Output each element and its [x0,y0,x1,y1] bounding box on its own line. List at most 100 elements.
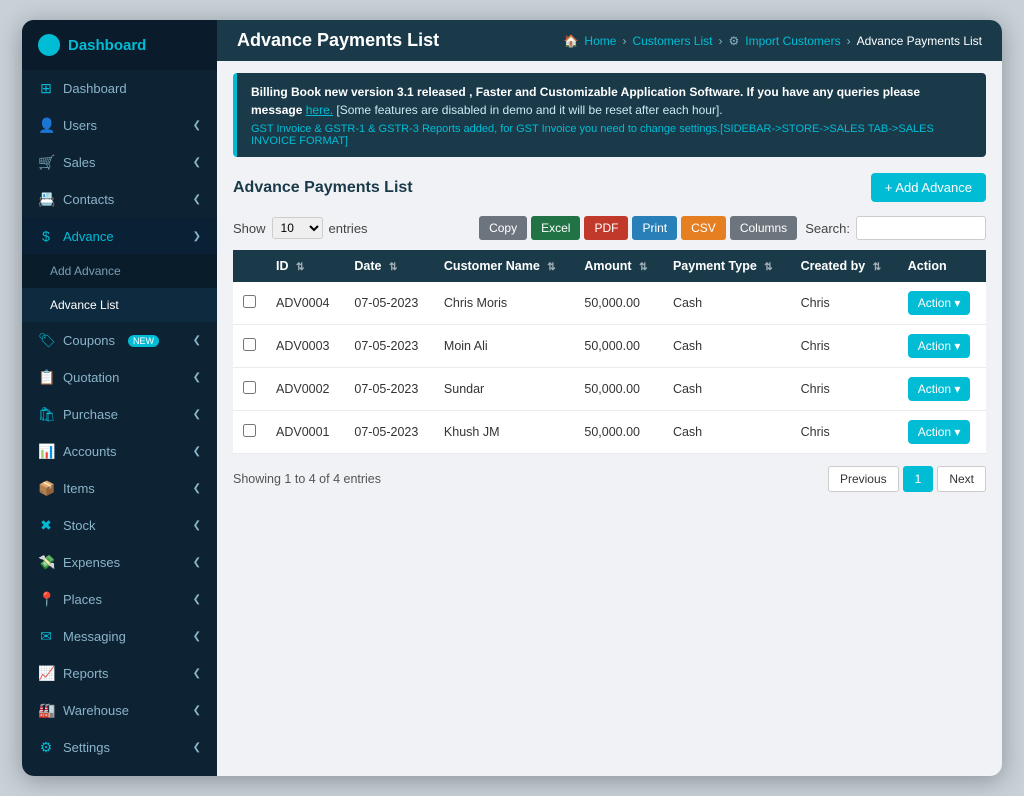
sidebar: Dashboard ⊞ Dashboard 👤 Users ❮ 🛒 Sales … [22,20,217,776]
th-created-by[interactable]: Created by ⇅ [791,250,898,282]
copy-button[interactable]: Copy [479,216,527,240]
sidebar-item-places[interactable]: 📍 Places ❮ [22,581,217,618]
breadcrumb-sep: › [622,34,626,48]
search-label: Search: [805,221,850,236]
breadcrumb-customers-list[interactable]: Customers List [632,34,712,48]
row-checkbox[interactable] [233,411,266,454]
table-controls: Show 102550100 entries Copy Excel PDF Pr… [233,216,986,240]
alert-text: Billing Book new version 3.1 released , … [251,83,972,119]
search-input[interactable] [856,216,986,240]
sidebar-label-places: Places [63,592,102,607]
sidebar-item-expenses[interactable]: 💸 Expenses ❮ [22,544,217,581]
alert-link[interactable]: here. [306,103,333,117]
pagination-row: Showing 1 to 4 of 4 entries Previous 1 N… [233,466,986,492]
sidebar-item-quotation[interactable]: 📋 Quotation ❮ [22,359,217,396]
prev-button[interactable]: Previous [828,466,899,492]
breadcrumb-home[interactable]: Home [584,34,616,48]
sidebar-label-coupons: Coupons [63,333,115,348]
breadcrumb-sep: › [847,34,851,48]
sidebar-item-users[interactable]: 👤 Users ❮ [22,107,217,144]
sidebar-label-stock: Stock [63,518,96,533]
sidebar-item-sales[interactable]: 🛒 Sales ❮ [22,144,217,181]
th-date[interactable]: Date ⇅ [344,250,434,282]
print-button[interactable]: Print [632,216,677,240]
chevron-icon: ❮ [193,409,201,420]
row-date: 07-05-2023 [344,282,434,325]
row-customer: Sundar [434,368,574,411]
sidebar-item-messaging[interactable]: ✉ Messaging ❮ [22,618,217,655]
sidebar-item-items[interactable]: 📦 Items ❮ [22,470,217,507]
sidebar-item-contacts[interactable]: 📇 Contacts ❮ [22,181,217,218]
add-advance-button[interactable]: + Add Advance [871,173,986,202]
main-content: Advance Payments List 🏠 Home › Customers… [217,20,1002,776]
warehouse-icon: 🏭 [38,702,54,719]
pdf-button[interactable]: PDF [584,216,628,240]
row-created-by: Chris [791,282,898,325]
breadcrumb-current: Advance Payments List [857,34,982,48]
sort-icon: ⇅ [389,262,397,273]
row-customer: Moin Ali [434,325,574,368]
content-header: Advance Payments List + Add Advance [233,173,986,202]
import-icon: ⚙ [728,34,739,48]
places-icon: 📍 [38,591,54,608]
action-button[interactable]: Action ▾ [908,420,971,444]
pagination: Previous 1 Next [828,466,986,492]
row-amount: 50,000.00 [574,282,663,325]
sort-icon: ⇅ [296,262,304,273]
sidebar-item-reports[interactable]: 📈 Reports ❮ [22,655,217,692]
csv-button[interactable]: CSV [681,216,726,240]
row-date: 07-05-2023 [344,411,434,454]
breadcrumb-import-customers[interactable]: Import Customers [745,34,840,48]
th-payment-type[interactable]: Payment Type ⇅ [663,250,791,282]
next-button[interactable]: Next [937,466,986,492]
sidebar-item-coupons[interactable]: 🏷 Coupons NEW ❮ [22,322,217,359]
sidebar-item-advance-list[interactable]: Advance List [22,288,217,322]
th-id[interactable]: ID ⇅ [266,250,344,282]
row-id: ADV0003 [266,325,344,368]
row-checkbox[interactable] [233,325,266,368]
sidebar-item-advance[interactable]: $ Advance ❯ [22,218,217,254]
row-checkbox[interactable] [233,368,266,411]
sidebar-label-expenses: Expenses [63,555,120,570]
chevron-icon: ❮ [193,483,201,494]
sidebar-logo[interactable]: Dashboard [22,20,217,70]
row-payment-type: Cash [663,282,791,325]
page-1-button[interactable]: 1 [903,466,934,492]
sort-icon: ⇅ [873,262,881,273]
sidebar-item-warehouse[interactable]: 🏭 Warehouse ❮ [22,692,217,729]
sidebar-item-purchase[interactable]: 🛍 Purchase ❮ [22,396,217,433]
entries-select[interactable]: 102550100 [272,217,323,239]
dashboard-icon: ⊞ [38,80,54,97]
advance-icon: $ [38,228,54,244]
settings-icon: ⚙ [38,739,54,756]
th-customer[interactable]: Customer Name ⇅ [434,250,574,282]
action-button[interactable]: Action ▾ [908,377,971,401]
expenses-icon: 💸 [38,554,54,571]
chevron-icon: ❮ [193,157,201,168]
excel-button[interactable]: Excel [531,216,580,240]
columns-button[interactable]: Columns [730,216,797,240]
table-row: ADV0002 07-05-2023 Sundar 50,000.00 Cash… [233,368,986,411]
logo-icon [38,34,60,56]
chevron-icon: ❮ [193,120,201,131]
row-action: Action ▾ [898,325,986,368]
sort-icon: ⇅ [547,262,555,273]
action-button[interactable]: Action ▾ [908,334,971,358]
accounts-icon: 📊 [38,443,54,460]
sidebar-item-dashboard[interactable]: ⊞ Dashboard [22,70,217,107]
sidebar-label-advance-list: Advance List [50,298,119,312]
row-action: Action ▾ [898,411,986,454]
sidebar-item-add-advance[interactable]: Add Advance [22,254,217,288]
th-amount[interactable]: Amount ⇅ [574,250,663,282]
row-id: ADV0004 [266,282,344,325]
users-icon: 👤 [38,117,54,134]
sidebar-item-stock[interactable]: ✖ Stock ❮ [22,507,217,544]
row-checkbox[interactable] [233,282,266,325]
chevron-icon: ❮ [193,705,201,716]
chevron-icon: ❮ [193,594,201,605]
action-button[interactable]: Action ▾ [908,291,971,315]
alert-banner: Billing Book new version 3.1 released , … [233,73,986,157]
sidebar-item-accounts[interactable]: 📊 Accounts ❮ [22,433,217,470]
entries-label: entries [329,221,368,236]
sidebar-item-settings[interactable]: ⚙ Settings ❮ [22,729,217,766]
